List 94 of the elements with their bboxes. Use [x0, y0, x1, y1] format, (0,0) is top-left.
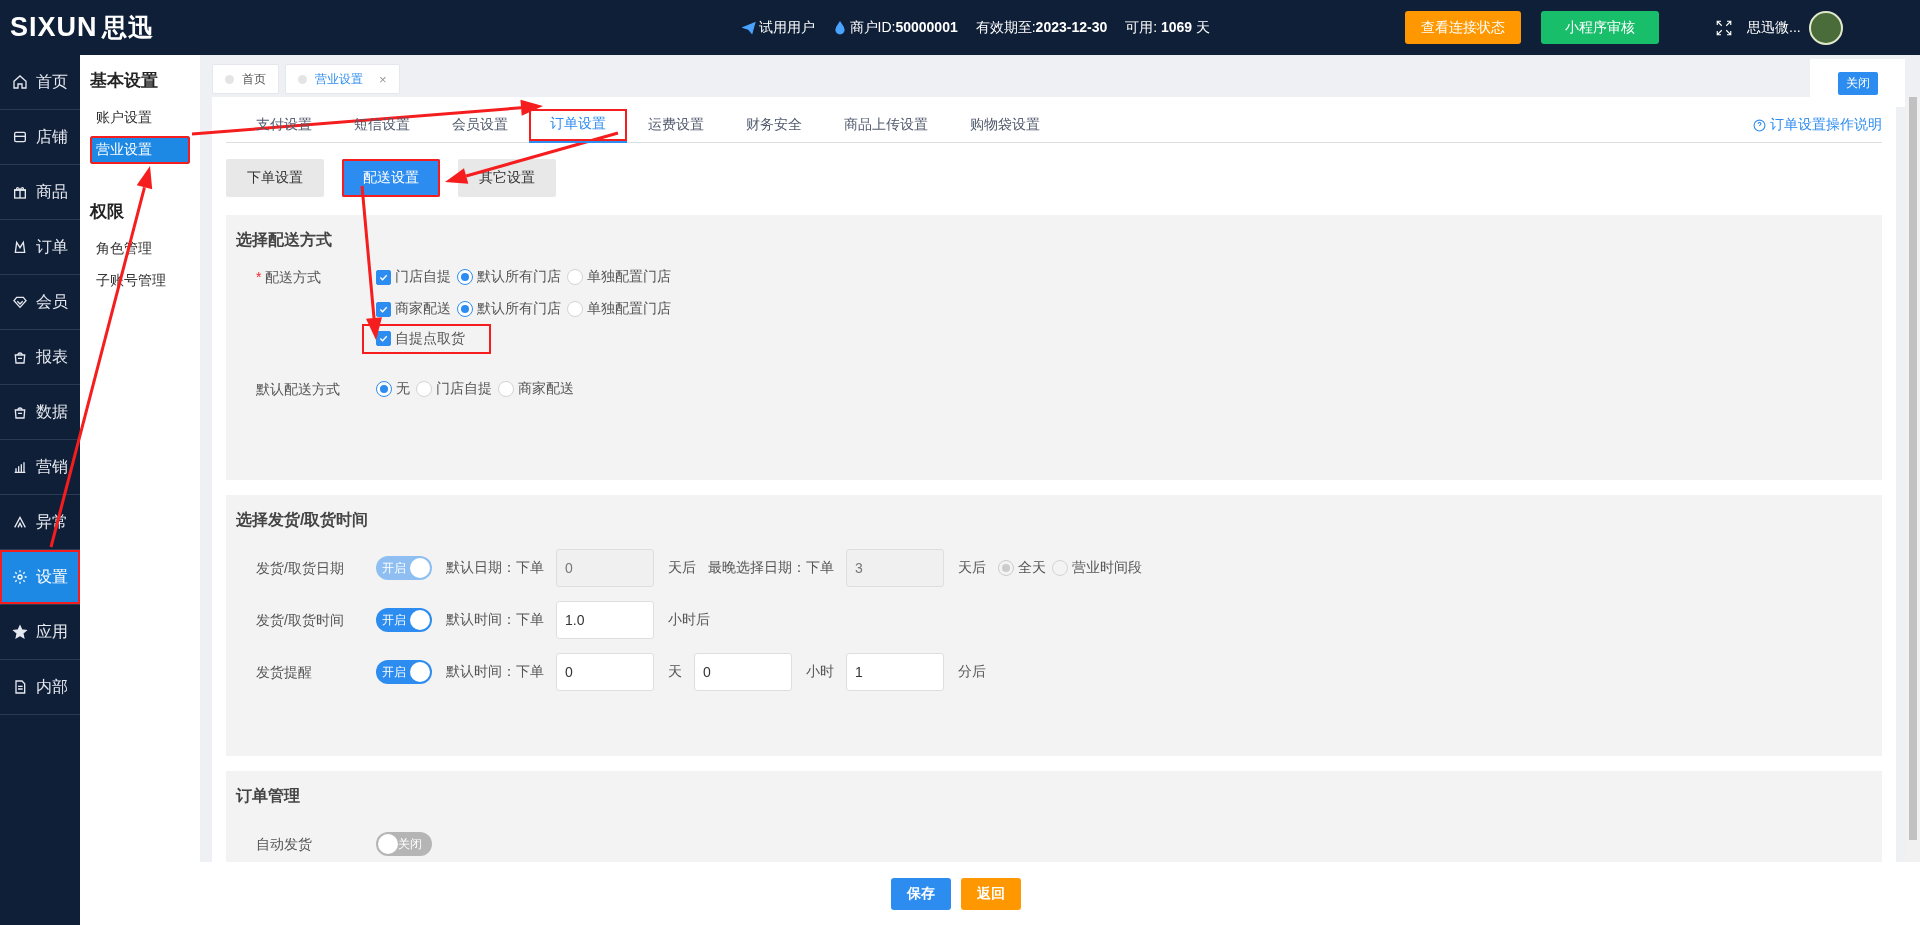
- section-title: 选择发货/取货时间: [236, 509, 370, 531]
- input-field[interactable]: 1.0: [556, 601, 654, 639]
- field-text: 天后: [958, 559, 986, 577]
- radio-option[interactable]: 单独配置门店: [567, 300, 671, 318]
- section-heading: 权限: [90, 201, 125, 223]
- user-name[interactable]: 思迅微...: [1747, 18, 1801, 37]
- option-label: 全天: [1018, 559, 1046, 577]
- subnav-item[interactable]: 营业设置: [90, 136, 190, 164]
- field-text: 最晚选择日期：下单: [708, 559, 834, 577]
- settings-tab[interactable]: 财务安全: [725, 109, 823, 143]
- home-icon: [12, 74, 28, 90]
- field-label: 发货/取货时间: [256, 612, 344, 628]
- checkbox[interactable]: [376, 301, 391, 317]
- dot-icon: [298, 74, 307, 84]
- field-label: 自动发货: [256, 836, 312, 852]
- field-text: 小时后: [668, 611, 710, 629]
- radio-button[interactable]: [376, 381, 392, 397]
- bag-icon: [12, 349, 28, 365]
- option-label: 默认所有门店: [477, 300, 561, 318]
- diamond-icon: [12, 294, 28, 310]
- settings-tab[interactable]: 商品上传设置: [823, 109, 949, 143]
- available-days: 可用: 1069 天: [1125, 18, 1211, 37]
- help-link[interactable]: 订单设置操作说明: [1753, 116, 1882, 142]
- checkmark-icon: [378, 333, 389, 344]
- section-heading: 基本设置: [90, 70, 159, 92]
- field-text: 默认时间：下单: [446, 663, 544, 681]
- radio-option[interactable]: 无: [376, 380, 410, 398]
- fullscreen-icon[interactable]: [1715, 18, 1734, 37]
- input-field[interactable]: 0: [556, 653, 654, 691]
- option-label: 单独配置门店: [587, 300, 671, 318]
- field-text: 天后: [668, 559, 696, 577]
- checkbox[interactable]: [376, 331, 391, 346]
- settings-tab[interactable]: 会员设置: [431, 109, 529, 143]
- subnav-item[interactable]: 账户设置: [90, 104, 190, 132]
- radio-option[interactable]: 门店自提: [416, 380, 492, 398]
- checkbox-option[interactable]: 门店自提: [376, 268, 451, 286]
- dot-icon: [225, 74, 234, 84]
- section-title: 订单管理: [236, 785, 301, 806]
- radio-option[interactable]: 商家配送: [498, 380, 574, 398]
- checkbox-option[interactable]: 商家配送: [376, 300, 451, 318]
- field-text: 天: [668, 663, 682, 681]
- document-icon: [12, 679, 28, 695]
- section-title: 选择配送方式: [236, 229, 333, 250]
- settings-tab[interactable]: 运费设置: [627, 109, 725, 143]
- expiry-date: 有效期至:2023-12-30: [975, 18, 1108, 37]
- radio-option[interactable]: 单独配置门店: [567, 268, 671, 286]
- field-label: 配送方式: [265, 269, 322, 285]
- nav-item[interactable]: 设置: [0, 550, 80, 605]
- help-icon: [1753, 118, 1766, 132]
- settings-icon: [12, 569, 28, 585]
- page-tab[interactable]: 营业设置 ×: [285, 64, 400, 94]
- option-label: 自提点取货: [395, 329, 465, 348]
- field-text: 分后: [958, 663, 986, 681]
- option-label: 商家配送: [395, 300, 451, 318]
- input-field[interactable]: 0: [694, 653, 792, 691]
- store-icon: [12, 129, 28, 145]
- bag-icon: [12, 404, 28, 420]
- settings-tab[interactable]: 购物袋设置: [949, 109, 1061, 143]
- sub-tab[interactable]: 下单设置: [226, 159, 324, 197]
- bar-chart-icon: [12, 459, 28, 475]
- input-field[interactable]: 1: [846, 653, 944, 691]
- star-icon: [12, 624, 28, 640]
- checkbox[interactable]: [376, 269, 391, 285]
- option-label: 门店自提: [395, 268, 451, 286]
- option-label: 营业时间段: [1072, 559, 1142, 577]
- account-type: 试用用户: [758, 18, 815, 37]
- settings-tab[interactable]: 订单设置: [529, 109, 627, 143]
- required-mark: *: [256, 269, 262, 285]
- page-tab[interactable]: 首页: [212, 64, 279, 94]
- radio-option[interactable]: 默认所有门店: [457, 300, 561, 318]
- field-label: 发货/取货日期: [256, 560, 344, 576]
- field-text: 默认日期：下单: [446, 559, 544, 577]
- option-label: 门店自提: [436, 380, 492, 398]
- sub-tab[interactable]: 其它设置: [458, 159, 556, 197]
- drop-icon: [832, 20, 847, 35]
- option-label: 默认所有门店: [477, 268, 561, 286]
- send-icon: [741, 20, 756, 35]
- field-label: 发货提醒: [256, 664, 312, 680]
- field-text: 小时: [806, 663, 834, 681]
- radio-button[interactable]: [457, 301, 473, 317]
- avatar[interactable]: [1808, 10, 1843, 45]
- radio-button[interactable]: [457, 269, 473, 285]
- merchant-id: 商户ID:50000001: [849, 18, 958, 37]
- option-label: 商家配送: [518, 380, 574, 398]
- field-label: 默认配送方式: [256, 381, 340, 397]
- field-text: 默认时间：下单: [446, 611, 544, 629]
- radio-option[interactable]: 默认所有门店: [457, 268, 561, 286]
- logo-text: 思迅: [101, 12, 154, 43]
- peak-icon: [12, 514, 28, 530]
- logo-text: SIXUN: [10, 12, 98, 43]
- option-label: 无: [396, 380, 410, 398]
- option-label: 单独配置门店: [587, 268, 671, 286]
- checkbox-option[interactable]: 自提点取货: [362, 323, 491, 354]
- gift-icon: [12, 184, 28, 200]
